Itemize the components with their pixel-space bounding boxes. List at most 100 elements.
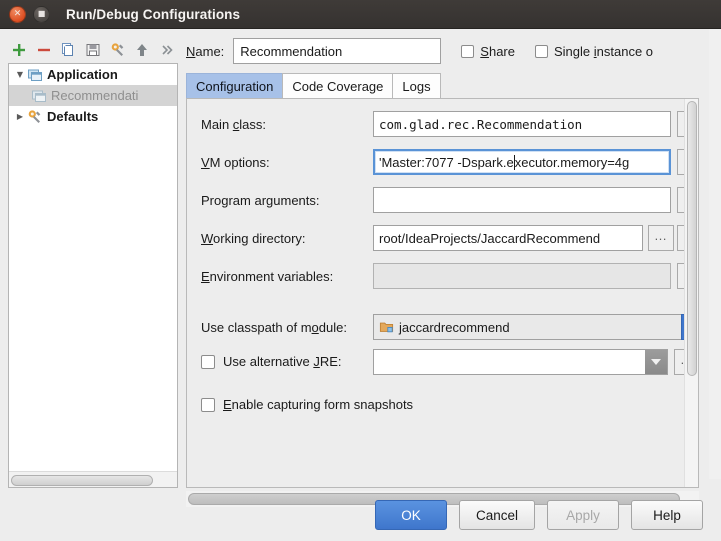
checkbox-box[interactable] [201,398,215,412]
copy-configuration-button[interactable] [57,39,79,61]
name-input[interactable]: Recommendation [233,38,441,64]
add-configuration-button[interactable] [8,39,30,61]
chevron-down-icon [651,359,661,365]
tab-configuration[interactable]: Configuration [186,73,283,98]
single-instance-checkbox[interactable]: Single instance o [535,44,653,59]
single-instance-label: Single instance o [554,44,653,59]
tree-item-label: Recommendati [51,88,138,103]
tree-item-label: Application [47,67,118,82]
alternative-jre-checkbox[interactable]: Use alternative JRE: [201,354,342,369]
tree-item-application[interactable]: ▼ Application [9,64,177,85]
vm-options-label: VM options: [201,155,270,170]
help-button-label: Help [653,508,681,523]
classpath-module-value: jaccardrecommend [399,320,510,335]
classpath-module-combo[interactable]: jaccardrecommend [373,314,699,340]
more-options-button[interactable] [156,39,178,61]
working-directory-input[interactable]: root/IdeaProjects/JaccardRecommend [373,225,643,251]
tab-logs[interactable]: Logs [392,73,440,98]
form-snapshots-checkbox[interactable]: Enable capturing form snapshots [201,397,413,412]
window-title: Run/Debug Configurations [66,7,240,22]
working-directory-value: root/IdeaProjects/JaccardRecommend [379,231,600,246]
environment-variables-row: Environment variables: … [187,263,687,289]
tab-label: Logs [402,79,430,94]
chevron-right-icon[interactable]: ▶ [13,110,27,124]
working-directory-browse-button[interactable]: … [648,225,674,251]
cancel-button-label: Cancel [476,508,518,523]
chevron-down-icon[interactable]: ▼ [13,68,27,82]
minus-icon [36,42,52,58]
module-folder-icon [379,320,394,334]
chevron-double-right-icon [159,42,175,58]
environment-variables-input[interactable] [373,263,671,289]
vm-options-value-after-caret: xecutor.memory=4g [515,155,630,170]
share-label: Share [480,44,515,59]
ok-button-label: OK [401,508,421,523]
vm-options-row: VM options: 'Master:7077 -Dspark.executo… [187,149,687,175]
environment-variables-label: Environment variables: [201,269,333,284]
configuration-tab-panel: Main class: com.glad.rec.Recommendation … [186,98,699,488]
wrench-icon [110,42,126,58]
working-directory-row: Working directory: root/IdeaProjects/Jac… [187,225,687,251]
apply-button[interactable]: Apply [547,500,619,530]
alternative-jre-dropdown-arrow[interactable] [645,350,667,374]
vm-options-value-before-caret: 'Master:7077 -Dspark.e [379,155,514,170]
help-button[interactable]: Help [631,500,703,530]
tab-code-coverage[interactable]: Code Coverage [282,73,393,98]
configurations-tree[interactable]: ▼ Application Recommendati [9,64,177,471]
name-input-value: Recommendation [240,44,342,59]
alternative-jre-label: Use alternative JRE: [223,354,342,369]
classpath-module-row: Use classpath of module: jaccardrecommen… [187,314,687,340]
run-debug-configurations-dialog: ✕ ■ Run/Debug Configurations [0,0,721,541]
scrollbar-thumb[interactable] [11,475,153,486]
configuration-vertical-scrollbar[interactable] [684,99,698,487]
copy-icon [60,42,76,58]
vm-options-input[interactable]: 'Master:7077 -Dspark.executor.memory=4g [373,149,671,175]
tree-item-recommendation[interactable]: Recommendati [9,85,177,106]
checkbox-box[interactable] [201,355,215,369]
main-class-label: Main class: [201,117,266,132]
share-checkbox[interactable]: Share [461,44,515,59]
tree-item-defaults[interactable]: ▶ Defaults [9,106,177,127]
plus-icon [11,42,27,58]
alternative-jre-combo[interactable] [373,349,668,375]
move-up-button[interactable] [132,39,154,61]
wrench-icon [27,109,43,125]
edit-defaults-button[interactable] [107,39,129,61]
maximize-icon[interactable]: ■ [33,6,50,23]
ok-button[interactable]: OK [375,500,447,530]
ellipsis-icon: … [654,232,668,240]
arrow-up-icon [134,42,150,58]
tab-bar: Configuration Code Coverage Logs [186,73,440,98]
working-directory-label: Working directory: [201,231,306,246]
apply-button-label: Apply [566,508,600,523]
configurations-tree-panel: ▼ Application Recommendati [8,63,178,488]
main-class-value: com.glad.rec.Recommendation [379,117,582,132]
name-label: Name: [186,44,224,59]
checkbox-box[interactable] [461,45,474,58]
main-class-row: Main class: com.glad.rec.Recommendation … [187,111,687,137]
classpath-module-label: Use classpath of module: [201,320,347,335]
close-icon[interactable]: ✕ [9,6,26,23]
remove-configuration-button[interactable] [33,39,55,61]
save-icon [85,42,101,58]
program-arguments-input[interactable] [373,187,671,213]
name-row: Name: Recommendation Share Single instan… [186,37,653,65]
dialog-vertical-scrollbar[interactable] [709,29,721,479]
scrollbar-thumb[interactable] [687,101,697,376]
tab-label: Configuration [196,79,273,94]
form-snapshots-label: Enable capturing form snapshots [223,397,413,412]
program-arguments-row: Program arguments: [187,187,687,213]
tree-item-label: Defaults [47,109,98,124]
alternative-jre-row: Use alternative JRE: … [187,349,687,375]
program-arguments-label: Program arguments: [201,193,320,208]
cancel-button[interactable]: Cancel [459,500,535,530]
checkbox-box[interactable] [535,45,548,58]
save-configuration-button[interactable] [82,39,104,61]
dialog-button-bar: OK Cancel Apply Help [0,489,721,541]
tab-label: Code Coverage [292,79,383,94]
configuration-toolbar [8,37,178,63]
main-class-input[interactable]: com.glad.rec.Recommendation [373,111,671,137]
application-icon [27,67,43,83]
application-icon [31,88,47,104]
tree-horizontal-scrollbar[interactable] [9,471,177,487]
